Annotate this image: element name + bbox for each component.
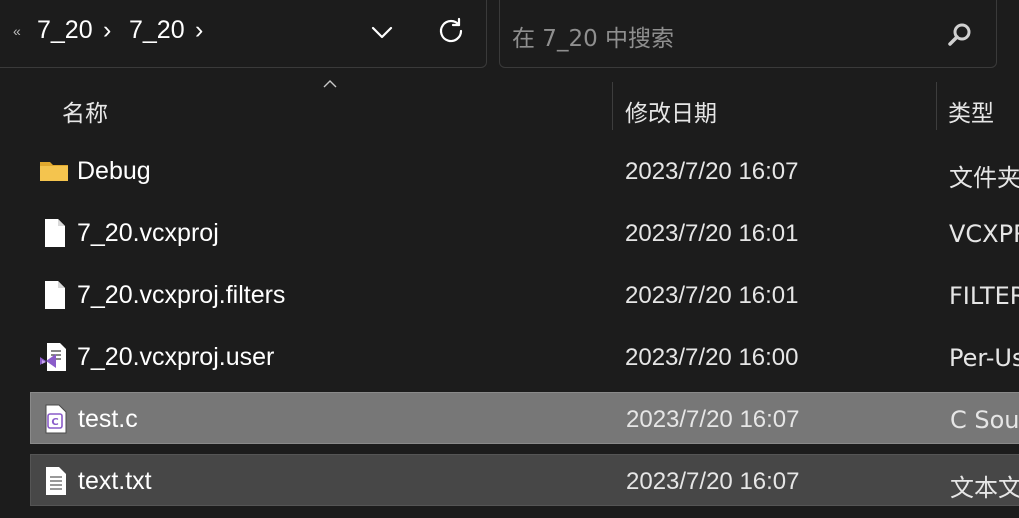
file-type: VCXPROJ [949,220,1019,248]
file-date: 2023/7/20 16:07 [626,468,800,495]
c-source-file-icon: C [45,404,67,434]
file-row-selected[interactable]: C test.c 2023/7/20 16:07 C Source [30,392,1019,444]
file-type: 文本文档 [950,474,1019,502]
refresh-icon[interactable] [437,16,465,44]
file-explorer-window: « 7_20 › 7_20 › 在 7_20 中搜索 名称 修改日期 类型 De… [0,0,1019,518]
file-type: Per-User [949,344,1019,372]
column-header-row: 名称 修改日期 类型 [0,80,1019,132]
file-name: 7_20.vcxproj [77,219,219,247]
file-name: test.c [78,405,138,433]
visual-studio-file-icon [40,343,66,371]
file-row-hovered[interactable]: text.txt 2023/7/20 16:07 文本文档 [30,454,1019,506]
address-bar[interactable]: « 7_20 › 7_20 › [0,0,487,68]
document-icon [45,281,65,309]
file-name: 7_20.vcxproj.user [77,343,275,371]
column-header-type[interactable]: 类型 [948,94,994,128]
file-date: 2023/7/20 16:07 [625,158,799,185]
document-icon [45,219,65,247]
file-row[interactable]: Debug 2023/7/20 16:07 文件夹 [30,145,1019,197]
file-type: C Source [950,406,1019,434]
file-date: 2023/7/20 16:00 [625,344,799,371]
file-row[interactable]: 7_20.vcxproj.user 2023/7/20 16:00 Per-Us… [30,331,1019,383]
search-input[interactable]: 在 7_20 中搜索 [512,19,674,53]
column-header-name[interactable]: 名称 [62,94,108,128]
file-name: Debug [77,157,151,185]
breadcrumb-item-current[interactable]: 7_20 [129,16,185,45]
folder-icon [40,162,68,181]
file-name: text.txt [78,467,152,495]
chevron-down-icon[interactable] [369,19,395,45]
search-icon[interactable] [946,21,974,49]
breadcrumb-item-7_20[interactable]: 7_20 [37,16,93,45]
breadcrumb-chevron-icon[interactable]: › [195,16,203,45]
file-type: FILTERS [949,282,1019,310]
file-name: 7_20.vcxproj.filters [77,281,286,309]
file-date: 2023/7/20 16:07 [626,406,800,433]
sort-ascending-icon [323,80,337,88]
file-date: 2023/7/20 16:01 [625,220,799,247]
search-box[interactable]: 在 7_20 中搜索 [499,0,997,68]
column-header-date[interactable]: 修改日期 [625,94,717,128]
breadcrumb-overflow-button[interactable]: « [13,23,21,39]
file-type: 文件夹 [949,164,1019,192]
text-file-icon [46,467,66,495]
column-resize-handle[interactable] [936,82,937,130]
file-date: 2023/7/20 16:01 [625,282,799,309]
svg-text:C: C [51,417,58,428]
file-row[interactable]: 7_20.vcxproj.filters 2023/7/20 16:01 FIL… [30,269,1019,321]
file-row[interactable]: 7_20.vcxproj 2023/7/20 16:01 VCXPROJ [30,207,1019,259]
column-resize-handle[interactable] [612,82,613,130]
breadcrumb-chevron-icon[interactable]: › [103,16,111,45]
